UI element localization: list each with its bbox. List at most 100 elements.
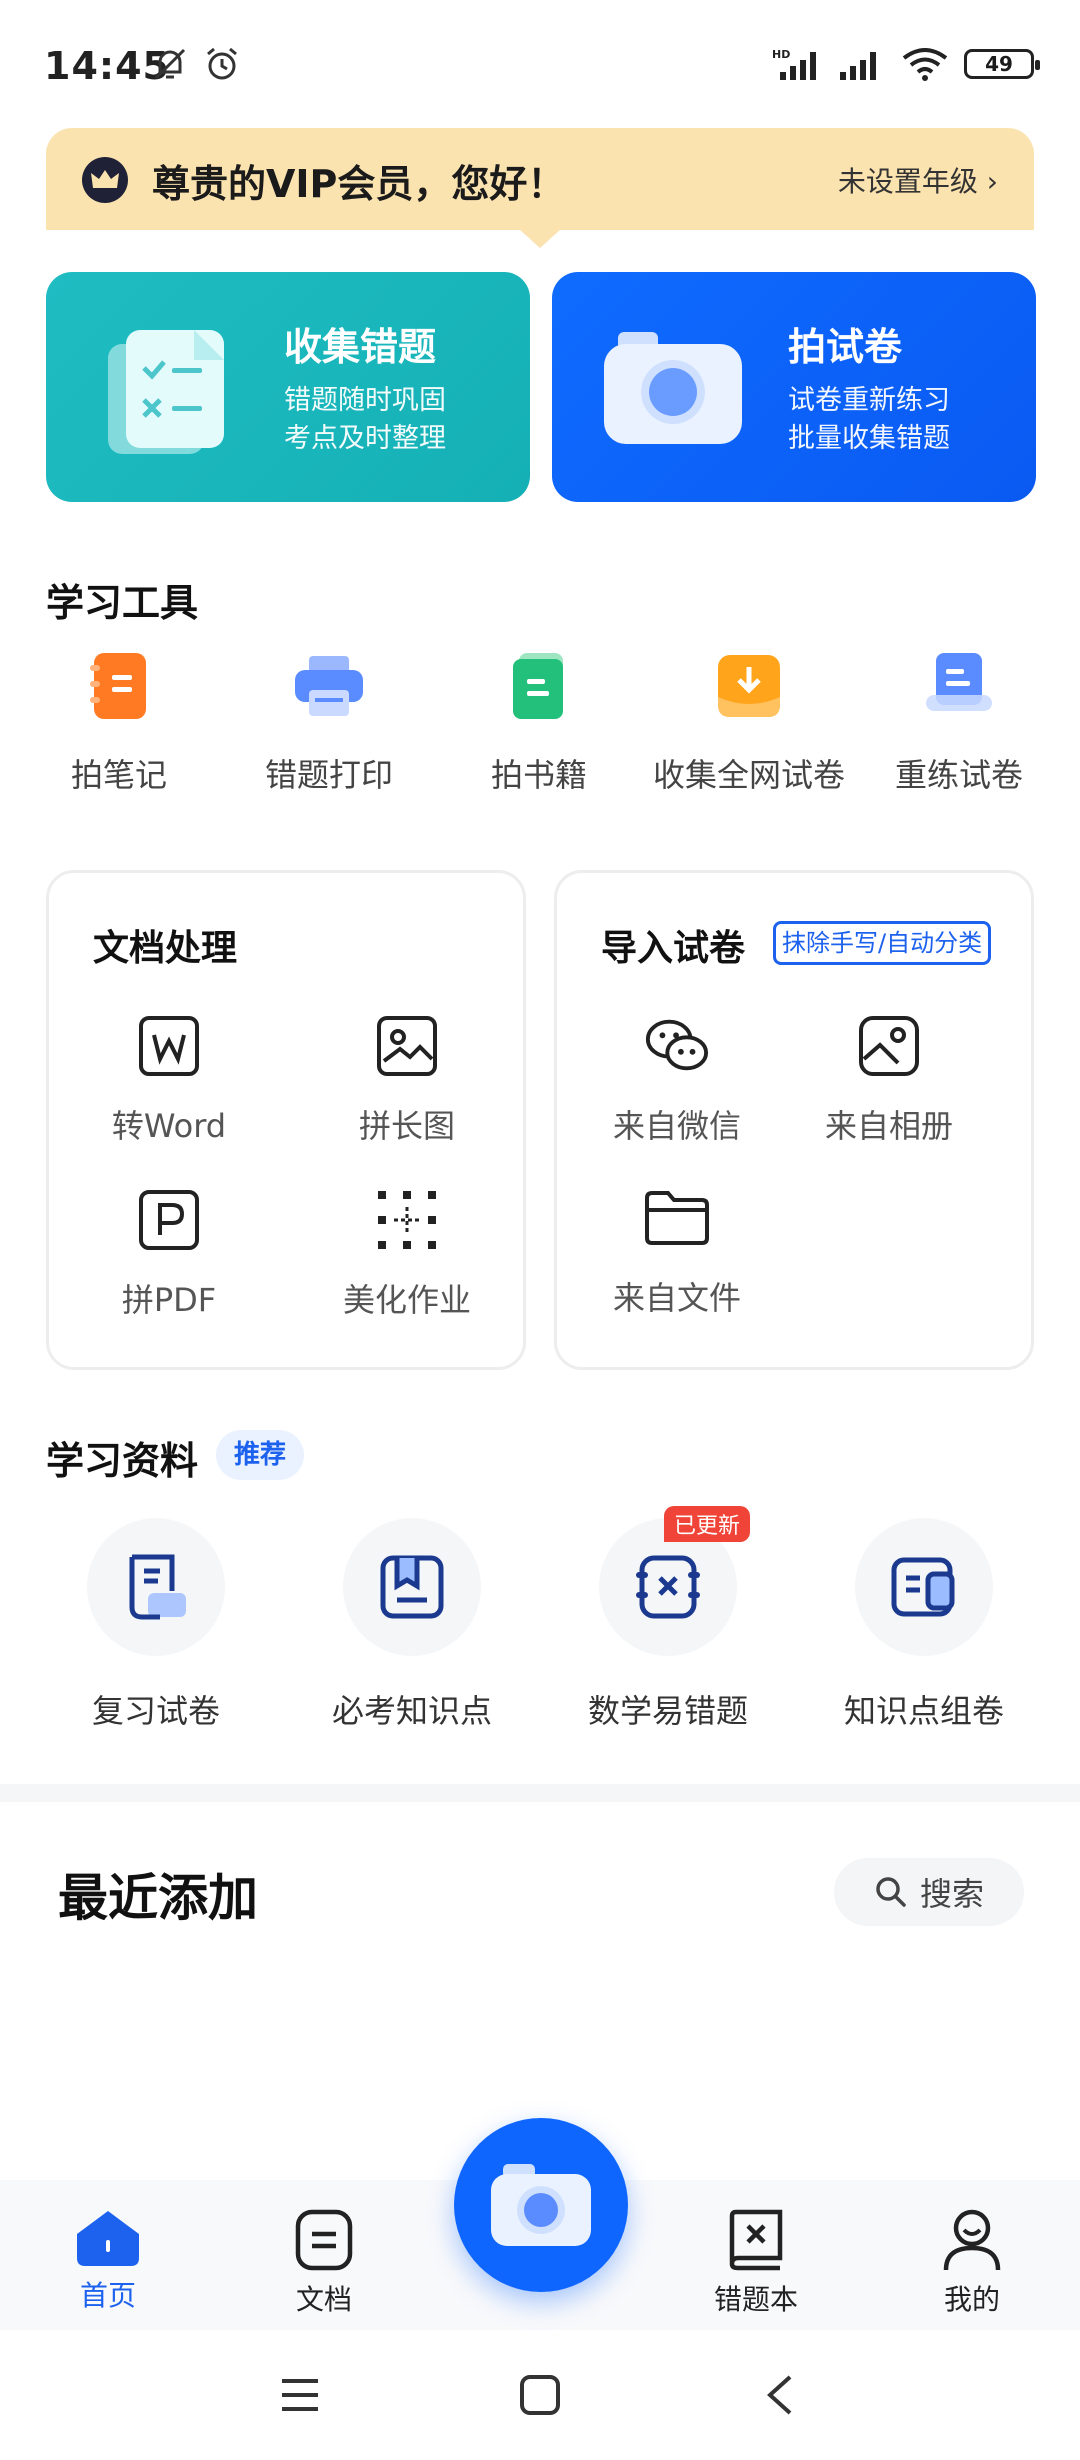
long-image-button[interactable]: 拼长图	[307, 1013, 507, 1147]
card-title: 收集错题	[284, 325, 437, 369]
item-label: 来自文件	[612, 1279, 741, 1317]
back-icon	[767, 2375, 792, 2415]
set-grade-link[interactable]: 未设置年级 ›	[838, 160, 998, 200]
square-icon	[520, 2375, 560, 2415]
recommend-badge: 推荐	[216, 1430, 305, 1480]
wechat-icon	[644, 1013, 710, 1079]
collect-mistakes-card[interactable]: 收集错题 错题随时巩固 考点及时整理	[46, 272, 530, 502]
tool-redo-papers[interactable]: 重练试卷	[854, 650, 1064, 796]
tab-label: 文档	[295, 2283, 352, 2316]
card-subtitle: 错题随时巩固 考点及时整理	[284, 385, 446, 454]
tool-label: 收集全网试卷	[652, 756, 845, 794]
item-label: 美化作业	[342, 1281, 471, 1319]
tool-label: 拍书籍	[490, 756, 587, 794]
item-label: 拼长图	[358, 1107, 455, 1145]
key-points-icon	[343, 1518, 481, 1656]
wifi-icon	[902, 48, 948, 81]
camera-icon	[491, 2164, 591, 2246]
knowledge-compose-item[interactable]: 知识点组卷	[804, 1518, 1044, 1732]
album-icon	[856, 1013, 922, 1079]
document-icon	[295, 2209, 353, 2271]
from-album-button[interactable]: 来自相册	[789, 1013, 989, 1147]
doc-processing-title: 文档处理	[93, 928, 238, 969]
item-label: 来自微信	[612, 1107, 741, 1145]
tab-mistake-book[interactable]: 错题本	[676, 2208, 836, 2318]
math-mistakes-item[interactable]: 数学易错题	[548, 1518, 788, 1732]
tool-label: 重练试卷	[894, 756, 1023, 794]
item-label: 必考知识点	[331, 1692, 492, 1730]
item-label: 来自相册	[824, 1107, 953, 1145]
pdf-icon	[136, 1187, 202, 1253]
card-title: 拍试卷	[788, 325, 903, 369]
long-image-icon	[374, 1013, 440, 1079]
item-label: 数学易错题	[587, 1692, 748, 1730]
alarm-icon	[207, 47, 237, 80]
profile-icon	[943, 2209, 1001, 2271]
beautify-icon	[374, 1187, 440, 1253]
from-file-button[interactable]: 来自文件	[577, 1185, 777, 1319]
banner-pointer	[520, 230, 560, 248]
mute-bell-icon	[154, 48, 186, 80]
beautify-homework-button[interactable]: 美化作业	[307, 1187, 507, 1321]
tool-photo-books[interactable]: 拍书籍	[434, 650, 644, 796]
mistake-doc-icon	[108, 330, 224, 454]
vip-greeting: 尊贵的VIP会员，您好！	[152, 161, 566, 206]
home-icon	[77, 2211, 139, 2266]
svg-text:HD: HD	[772, 48, 790, 61]
tab-documents[interactable]: 文档	[244, 2208, 404, 2318]
recent-added-title: 最近添加	[58, 1869, 258, 1927]
doc-processing-panel: 文档处理 转Word 拼长图 拼PDF 美化作业	[46, 870, 526, 1370]
tool-label: 拍笔记	[70, 756, 167, 794]
key-points-item[interactable]: 必考知识点	[292, 1518, 532, 1732]
photo-paper-card[interactable]: 拍试卷 试卷重新练习 批量收集错题	[552, 272, 1036, 502]
tool-print-mistakes[interactable]: 错题打印	[224, 650, 434, 796]
import-paper-title: 导入试卷	[601, 928, 746, 969]
card-subtitle: 试卷重新练习 批量收集错题	[788, 385, 950, 454]
study-materials-title: 学习资料	[46, 1439, 199, 1483]
vip-banner[interactable]: 尊贵的VIP会员，您好！ 未设置年级 ›	[46, 128, 1034, 232]
convert-word-button[interactable]: 转Word	[69, 1013, 269, 1147]
back-nav-button[interactable]	[750, 2370, 810, 2420]
from-wechat-button[interactable]: 来自微信	[577, 1013, 777, 1147]
tab-label: 错题本	[713, 2283, 798, 2316]
section-divider	[0, 1784, 1080, 1802]
book-icon	[503, 650, 575, 722]
camera-icon	[604, 332, 742, 444]
crown-icon	[82, 157, 128, 203]
status-left-icons	[150, 44, 242, 84]
mistake-book-icon	[729, 2209, 783, 2271]
tool-collect-web-papers[interactable]: 收集全网试卷	[644, 650, 854, 796]
review-paper-item[interactable]: 复习试卷	[36, 1518, 276, 1732]
tab-home[interactable]: 首页	[28, 2208, 188, 2314]
erase-handwriting-tag: 抹除手写/自动分类	[773, 921, 992, 965]
knowledge-compose-icon	[855, 1518, 993, 1656]
printer-icon	[293, 650, 365, 722]
tab-label: 首页	[79, 2279, 136, 2312]
signal-hd-icon: HD	[772, 48, 816, 80]
status-right-icons: HD 49	[772, 46, 1040, 82]
notes-icon	[83, 650, 155, 722]
merge-pdf-button[interactable]: 拼PDF	[69, 1187, 269, 1321]
review-paper-icon	[87, 1518, 225, 1656]
folder-icon	[644, 1185, 710, 1251]
item-label: 拼PDF	[121, 1281, 217, 1319]
tab-label: 我的	[943, 2283, 1000, 2316]
word-icon	[136, 1013, 202, 1079]
signal-icon	[840, 52, 876, 80]
tool-photo-notes[interactable]: 拍笔记	[14, 650, 224, 796]
menu-nav-button[interactable]	[270, 2370, 330, 2420]
item-label: 复习试卷	[91, 1692, 220, 1730]
item-label: 知识点组卷	[843, 1692, 1004, 1730]
search-button[interactable]: 搜索	[834, 1858, 1024, 1926]
home-nav-button[interactable]	[510, 2370, 570, 2420]
battery-indicator: 49	[964, 49, 1040, 79]
search-icon	[876, 1877, 906, 1907]
item-label: 转Word	[111, 1107, 227, 1145]
download-tray-icon	[713, 650, 785, 722]
study-tools-title: 学习工具	[46, 581, 199, 625]
menu-icon	[282, 2379, 318, 2411]
camera-fab-button[interactable]	[454, 2118, 628, 2292]
updated-badge: 已更新	[664, 1506, 751, 1542]
redo-paper-icon	[923, 650, 995, 722]
tab-profile[interactable]: 我的	[892, 2208, 1052, 2318]
